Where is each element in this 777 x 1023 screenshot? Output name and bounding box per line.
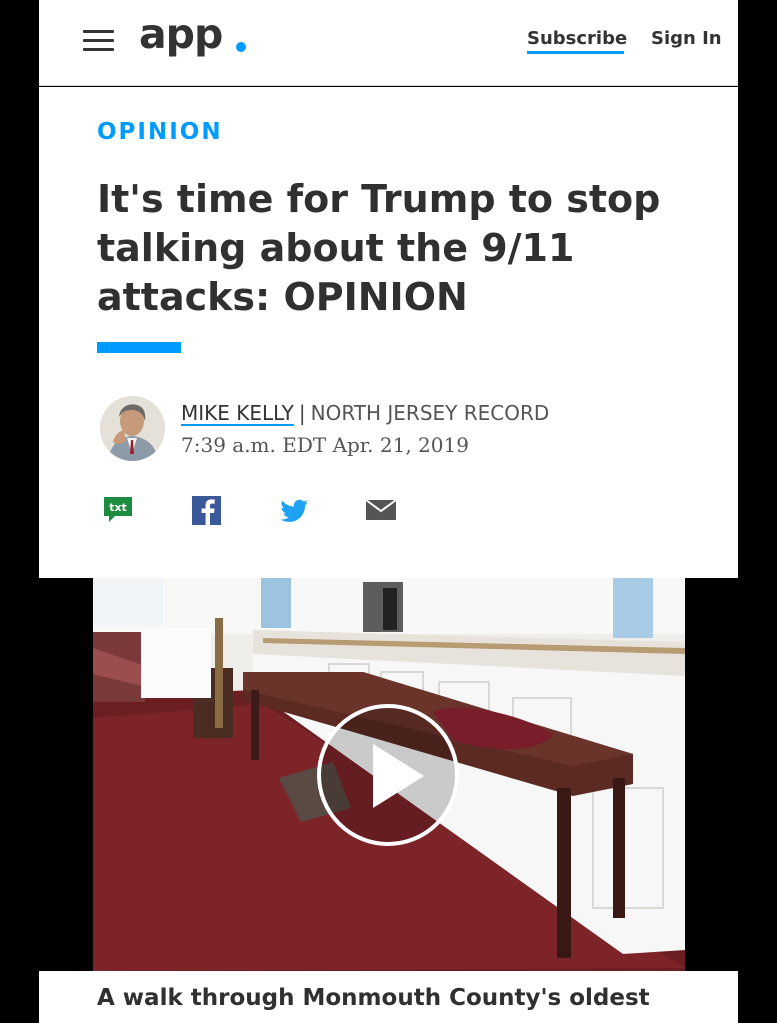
byline-separator: |: [298, 401, 306, 425]
video-caption[interactable]: A walk through Monmouth County's oldest: [97, 985, 650, 1011]
video-caption-bar: A walk through Monmouth County's oldest: [39, 971, 738, 1023]
article-header: OPINION It's time for Trump to stop talk…: [39, 87, 738, 578]
subscribe-underline: [527, 51, 624, 54]
sign-in-link[interactable]: Sign In: [651, 28, 722, 49]
article-headline: It's time for Trump to stop talking abou…: [97, 177, 661, 319]
txt-message-icon[interactable]: txt: [101, 494, 135, 526]
hamburger-menu-icon[interactable]: [83, 27, 116, 53]
site-logo[interactable]: app: [139, 10, 223, 58]
facebook-icon[interactable]: [190, 494, 224, 526]
video-player[interactable]: [93, 578, 685, 971]
subscribe-link[interactable]: Subscribe: [527, 28, 627, 49]
publish-timestamp: 7:39 a.m. EDT Apr. 21, 2019: [181, 433, 469, 457]
email-icon[interactable]: [364, 494, 398, 526]
outlet-name: NORTH JERSEY RECORD: [310, 401, 550, 425]
author-avatar: [100, 396, 165, 461]
twitter-icon[interactable]: [277, 494, 311, 526]
byline: MIKE KELLY | NORTH JERSEY RECORD: [181, 401, 549, 425]
txt-message-label: txt: [109, 501, 127, 514]
logo-dot: [236, 42, 246, 52]
page: app Subscribe Sign In OPINION It's time …: [39, 0, 738, 1023]
site-header: app Subscribe Sign In: [39, 0, 738, 86]
headline-accent-bar: [97, 342, 181, 353]
author-link[interactable]: MIKE KELLY: [181, 401, 294, 425]
section-label[interactable]: OPINION: [97, 119, 223, 145]
play-icon[interactable]: [317, 704, 459, 846]
